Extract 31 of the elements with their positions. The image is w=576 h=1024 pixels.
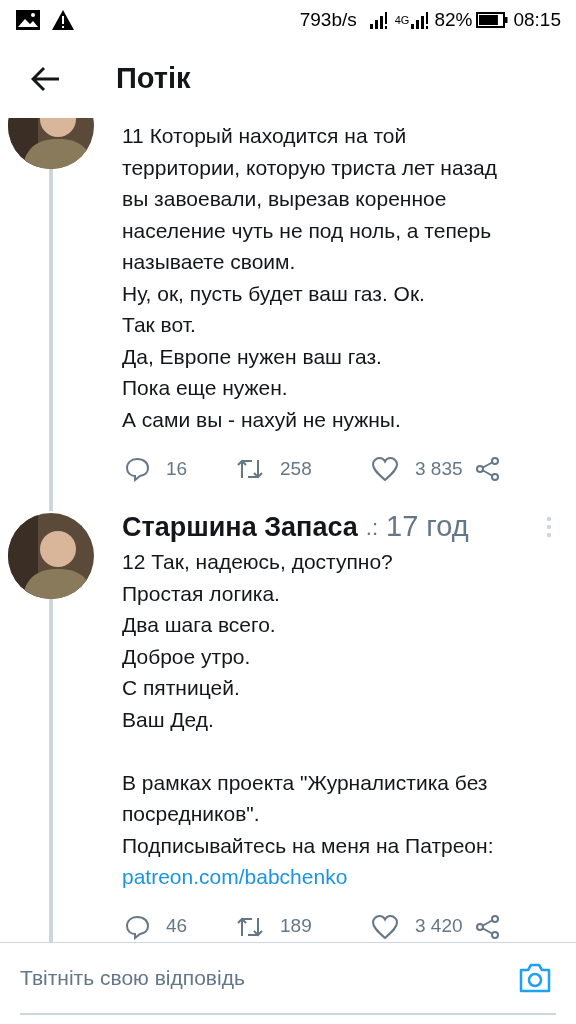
tweet-text: 11 Который находится на той территории, которую триста лет назад вы завоевали, вырезав коренное население чуть не под ноль, а теперь называете своим. Ну, ок, пусть будет ваш газ. Ок. Так вот. Да, Европе нужен ваш газ. Пока еще нужен. А сами вы - нахуй не нужны. [122,123,498,433]
like-icon[interactable] [371,913,399,940]
reply-icon[interactable] [124,456,150,482]
retweet-count: 258 [280,456,312,481]
camera-icon[interactable] [518,962,552,994]
battery-icon [476,12,509,28]
warning-icon [51,9,75,31]
retweet-count: 189 [280,914,312,939]
like-count: 3 420 [415,914,463,939]
tweet-link[interactable]: patreon.com/babchenko [122,861,556,893]
page-title: Потік [116,61,191,97]
share-icon[interactable] [474,913,501,940]
like-count: 3 835 [415,456,463,481]
signal-icon [410,10,431,30]
image-notification-icon [15,9,41,31]
network-speed: 793b/s [299,7,357,32]
tweet-time: 17 год [386,509,469,545]
back-arrow-icon [31,66,61,92]
like-icon[interactable] [371,456,399,482]
battery-percent: 82% [434,7,473,32]
reply-icon[interactable] [124,913,150,940]
reply-input-field[interactable]: Твітніть свою відповідь [20,962,518,994]
reply-count: 16 [166,456,188,481]
share-icon[interactable] [474,456,501,482]
tweet-text: 12 Так, надеюсь, доступно? Простая логика. Два шага всего. Доброе утро. С пятницей. Ваш Дед. В рамках проекта "Журналистика без посредников". Подписывайтесь на меня на Патреон: [122,549,495,859]
clock: 08:15 [513,7,561,32]
signal-icon [368,10,389,30]
author-name: Старшина Запаса [122,510,358,544]
author-handle: .: [365,513,378,542]
reply-count: 46 [166,914,188,939]
network-type: 4G [394,12,410,28]
